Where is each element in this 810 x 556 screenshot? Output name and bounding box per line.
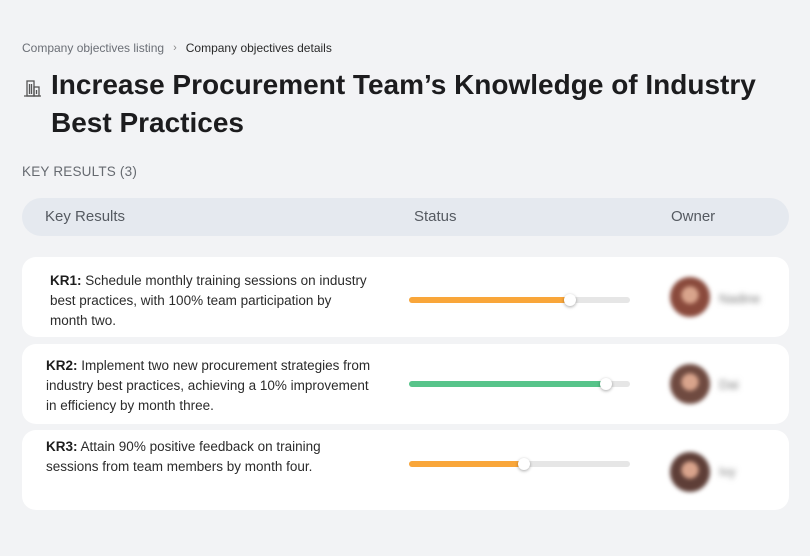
key-result-text: Attain 90% positive feedback on training… bbox=[46, 439, 321, 474]
progress-handle[interactable] bbox=[564, 294, 577, 306]
key-result-text: Schedule monthly training sessions on in… bbox=[50, 273, 367, 328]
breadcrumb-link-objectives-listing[interactable]: Company objectives listing bbox=[22, 41, 164, 55]
progress-bar-fill bbox=[409, 461, 524, 467]
key-result-code: KR1: bbox=[50, 273, 82, 288]
owner-avatar[interactable] bbox=[670, 277, 710, 317]
progress-bar[interactable] bbox=[409, 378, 630, 390]
progress-handle[interactable] bbox=[517, 458, 530, 470]
column-header-status: Status bbox=[414, 208, 457, 225]
key-result-code: KR3: bbox=[46, 439, 78, 454]
breadcrumb: Company objectives listing › Company obj… bbox=[22, 41, 332, 55]
column-header-key-results: Key Results bbox=[45, 208, 126, 225]
progress-handle[interactable] bbox=[599, 378, 612, 390]
page-title: Increase Procurement Team’s Knowledge of… bbox=[51, 69, 756, 138]
key-result-description: KR3: Attain 90% positive feedback on tra… bbox=[46, 437, 366, 477]
owner-name[interactable]: Nadine bbox=[719, 291, 760, 306]
key-results-table-header: Key Results Status Owner bbox=[22, 198, 789, 236]
objective-header: Increase Procurement Team’s Knowledge of… bbox=[22, 66, 782, 142]
breadcrumb-separator: › bbox=[173, 42, 177, 54]
key-result-row[interactable]: KR3: Attain 90% positive feedback on tra… bbox=[22, 430, 789, 510]
progress-bar-fill bbox=[409, 381, 606, 387]
owner-name[interactable]: Dai bbox=[719, 377, 739, 392]
key-results-count-label: KEY RESULTS (3) bbox=[22, 164, 138, 179]
building-icon bbox=[24, 80, 41, 97]
progress-bar[interactable] bbox=[409, 294, 630, 306]
key-result-row[interactable]: KR1: Schedule monthly training sessions … bbox=[22, 257, 789, 337]
key-result-description: KR1: Schedule monthly training sessions … bbox=[50, 271, 370, 331]
key-result-row[interactable]: KR2: Implement two new procurement strat… bbox=[22, 344, 789, 424]
progress-bar[interactable] bbox=[409, 458, 630, 470]
progress-bar-fill bbox=[409, 297, 571, 303]
owner-name[interactable]: Ivy bbox=[719, 464, 736, 479]
owner-avatar[interactable] bbox=[670, 364, 710, 404]
column-header-owner: Owner bbox=[671, 208, 716, 225]
key-result-text: Implement two new procurement strategies… bbox=[46, 358, 371, 413]
key-result-code: KR2: bbox=[46, 358, 78, 373]
breadcrumb-current: Company objectives details bbox=[185, 41, 332, 55]
key-result-description: KR2: Implement two new procurement strat… bbox=[46, 356, 376, 416]
owner-avatar[interactable] bbox=[670, 452, 710, 492]
